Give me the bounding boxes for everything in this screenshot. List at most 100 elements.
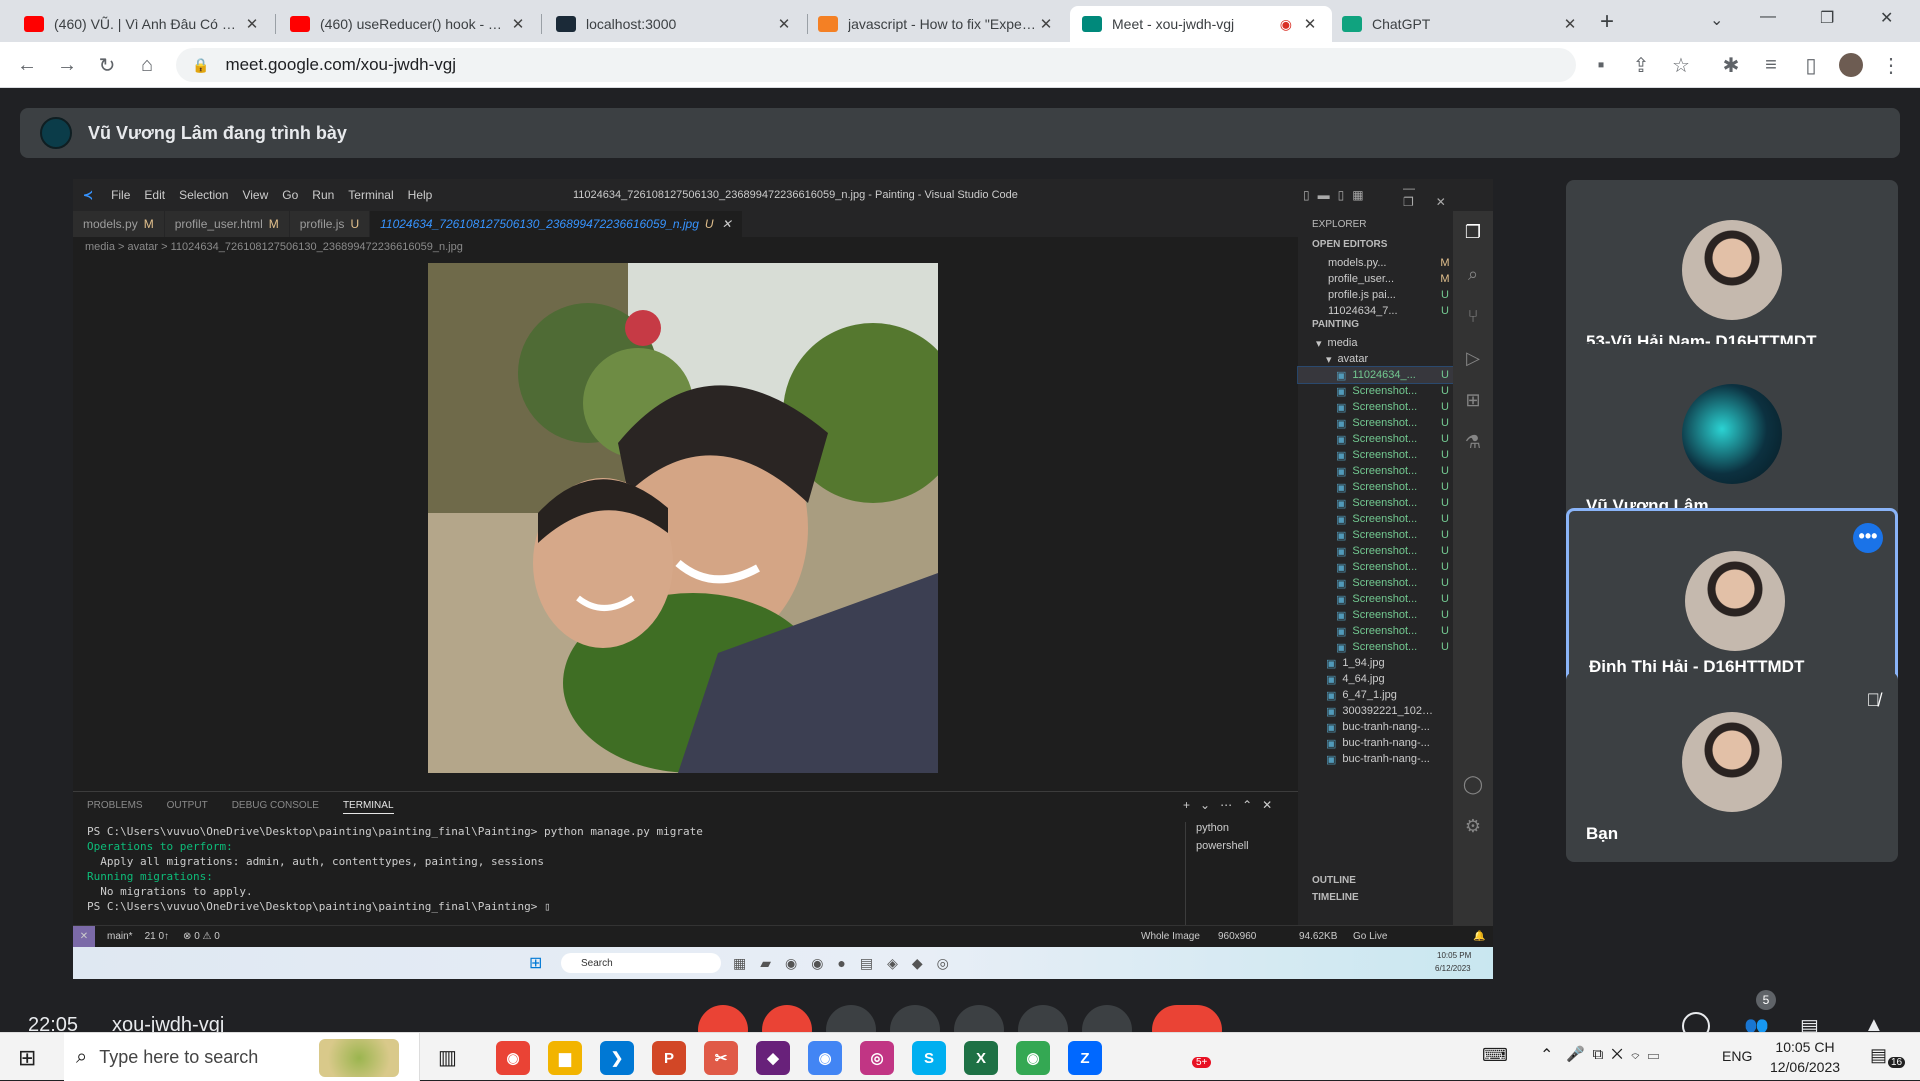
open-editor-item[interactable]: profile_user... M [1298,271,1453,287]
search-icon[interactable]: ⌕ [1453,253,1493,295]
settings-gear-icon[interactable]: ⚙ [1453,805,1493,847]
explorer-tree-item[interactable]: ▣ buc-tranh-nang-... [1298,751,1453,767]
side-panel-icon[interactable]: ▯ [1796,50,1826,80]
close-window-button[interactable]: ✕ [1880,8,1893,28]
windows-start-icon[interactable]: ⊞ [18,1045,36,1071]
panel-tab[interactable]: PROBLEMS [87,800,143,814]
vscode-menu-item[interactable]: Edit [144,188,165,202]
browser-tab[interactable]: (460) VŨ. | Vì Anh Đâu Có Biết ✕ [12,6,274,42]
vscode-menu-item[interactable]: Selection [179,188,228,202]
address-bar[interactable]: 🔒 meet.google.com/xou-jwdh-vgj [176,48,1576,82]
vscode-menu-item[interactable]: Terminal [348,188,393,202]
problems-indicator[interactable]: ⊗ 0 ⚠ 0 [183,931,220,942]
browser-menu-icon[interactable]: ⋮ [1876,50,1906,80]
explorer-tree-item[interactable]: ▣ Screenshot... U [1298,463,1453,479]
run-debug-icon[interactable]: ▷ [1453,337,1493,379]
explorer-tree-item[interactable]: ▣ 6_47_1.jpg [1298,687,1453,703]
participant-tile[interactable]: Bạn 🎙̸ [1566,672,1898,862]
panel-tab[interactable]: DEBUG CONSOLE [232,800,319,814]
notification-center-icon[interactable]: ▤ [1870,1045,1887,1066]
participant-tile[interactable]: Đinh Thị Hải - D16HTTMDT ••• [1566,508,1898,698]
chrome-icon[interactable]: ◉ [496,1041,530,1075]
camera-blocked-icon[interactable]: ▪ [1586,50,1616,80]
tab-search-icon[interactable]: ⌄ [1710,10,1723,30]
participant-tile[interactable]: 53-Vũ Hải Nam- D16HTTMDT [1566,180,1898,370]
account-icon[interactable]: ◯ [1453,763,1493,805]
extensions-icon[interactable]: ✱ [1716,50,1746,80]
close-editor-icon[interactable]: ✕ [722,217,732,231]
zalo-icon[interactable]: Z [1068,1041,1102,1075]
explorer-tree-item[interactable]: ▣ Screenshot... U [1298,399,1453,415]
vscode-editor-tab[interactable]: profile_user.html M [164,211,289,237]
open-editor-item[interactable]: profile.js pai... U [1298,287,1453,303]
explorer-tree-item[interactable]: ▣ Screenshot... U [1298,383,1453,399]
explorer-tree-item[interactable]: ▣ 11024634_... U [1297,366,1454,384]
participant-tile[interactable]: Vũ Vương Lâm [1566,344,1898,534]
explorer-tree-item[interactable]: ▣ buc-tranh-nang-... [1298,719,1453,735]
vscode-menu-item[interactable]: View [242,188,268,202]
close-tab-icon[interactable]: ✕ [774,15,794,33]
keyboard-icon[interactable]: ⌨ [1482,1045,1508,1066]
explorer-tree-item[interactable]: ▣ 1_94.jpg [1298,655,1453,671]
open-editor-item[interactable]: models.py... M [1298,255,1453,271]
taskbar-search[interactable]: ⌕ Type here to search [64,1033,420,1081]
project-label[interactable]: PAINTING [1312,319,1359,330]
media-control-icon[interactable]: ≡ [1756,50,1786,80]
tray-icons[interactable]: 🎤⧉✕⌔▭ [1566,1045,1667,1063]
explorer-tree-item[interactable]: ▣ Screenshot... U [1298,431,1453,447]
task-view-icon[interactable]: ▥ [438,1045,457,1070]
explorer-tree-item[interactable]: ▾ avatar [1298,351,1453,367]
explorer-tree-item[interactable]: ▣ buc-tranh-nang-... [1298,735,1453,751]
vscode-menu-item[interactable]: Go [282,188,298,202]
explorer-icon[interactable]: ❐ [1453,211,1493,253]
notification-bell-icon[interactable]: 🔔 [1473,931,1485,942]
explorer-tree-item[interactable]: ▣ Screenshot... U [1298,575,1453,591]
snip-icon[interactable]: ✂ [704,1041,738,1075]
close-tab-icon[interactable]: ✕ [1300,15,1320,33]
branch-indicator[interactable]: main* [107,931,133,942]
file-explorer-icon[interactable]: ▆ [548,1041,582,1075]
explorer-tree-item[interactable]: ▣ Screenshot... U [1298,527,1453,543]
explorer-tree-item[interactable]: ▣ Screenshot... U [1298,511,1453,527]
browser-tab[interactable]: localhost:3000 ✕ [544,6,806,42]
explorer-tree-item[interactable]: ▣ Screenshot... U [1298,543,1453,559]
explorer-tree-item[interactable]: ▾ media [1298,335,1453,351]
share-icon[interactable]: ⇪ [1626,50,1656,80]
explorer-tree-item[interactable]: ▣ Screenshot... U [1298,495,1453,511]
timeline-label[interactable]: TIMELINE [1312,892,1359,903]
panel-tab[interactable]: OUTPUT [167,800,208,814]
reload-icon[interactable]: ↻ [92,50,122,80]
browser-tab[interactable]: javascript - How to fix "Expected" ✕ [806,6,1068,42]
explorer-tree-item[interactable]: ▣ Screenshot... U [1298,559,1453,575]
close-tab-icon[interactable]: ✕ [508,15,528,33]
terminal-output[interactable]: PS C:\Users\vuvuo\OneDrive\Desktop\paint… [87,824,703,914]
new-tab-button[interactable]: + [1600,8,1614,36]
vscode-editor-tab[interactable]: profile.js U [289,211,370,237]
vscode-icon[interactable]: ❯ [600,1041,634,1075]
golive-button[interactable]: Go Live [1353,931,1387,942]
explorer-tree-item[interactable]: ▣ Screenshot... U [1298,623,1453,639]
explorer-tree-item[interactable]: ▣ Screenshot... U [1298,415,1453,431]
explorer-tree-item[interactable]: ▣ Screenshot... U [1298,591,1453,607]
source-control-icon[interactable]: ⑂ [1453,295,1493,337]
minimize-button[interactable]: — [1760,8,1776,26]
visual-studio-icon[interactable]: ◆ [756,1041,790,1075]
bookmark-star-icon[interactable]: ☆ [1666,50,1696,80]
browser-tab[interactable]: Meet - xou-jwdh-vgj ◉ ✕ [1070,6,1332,42]
explorer-tree-item[interactable]: ▣ 300392221_1023... [1298,703,1453,719]
powerpoint-icon[interactable]: P [652,1041,686,1075]
close-tab-icon[interactable]: ✕ [1560,15,1580,33]
maximize-button[interactable]: ❐ [1820,8,1834,28]
browser-tab[interactable]: ChatGPT ✕ [1330,6,1592,42]
panel-tab[interactable]: TERMINAL [342,800,394,814]
chrome-alt-icon[interactable]: ◉ [808,1041,842,1075]
vscode-editor-tab[interactable]: models.py M [73,211,164,237]
vscode-menu-item[interactable]: File [111,188,130,202]
explorer-tree-item[interactable]: ▣ Screenshot... U [1298,607,1453,623]
vscode-menu-item[interactable]: Help [408,188,433,202]
extensions-icon[interactable]: ⊞ [1453,379,1493,421]
chrome-profile-icon[interactable]: ◉ [1016,1041,1050,1075]
explorer-tree-item[interactable]: ▣ Screenshot... U [1298,479,1453,495]
language-indicator[interactable]: ENG [1722,1048,1752,1064]
explorer-tree-item[interactable]: ▣ 4_64.jpg [1298,671,1453,687]
